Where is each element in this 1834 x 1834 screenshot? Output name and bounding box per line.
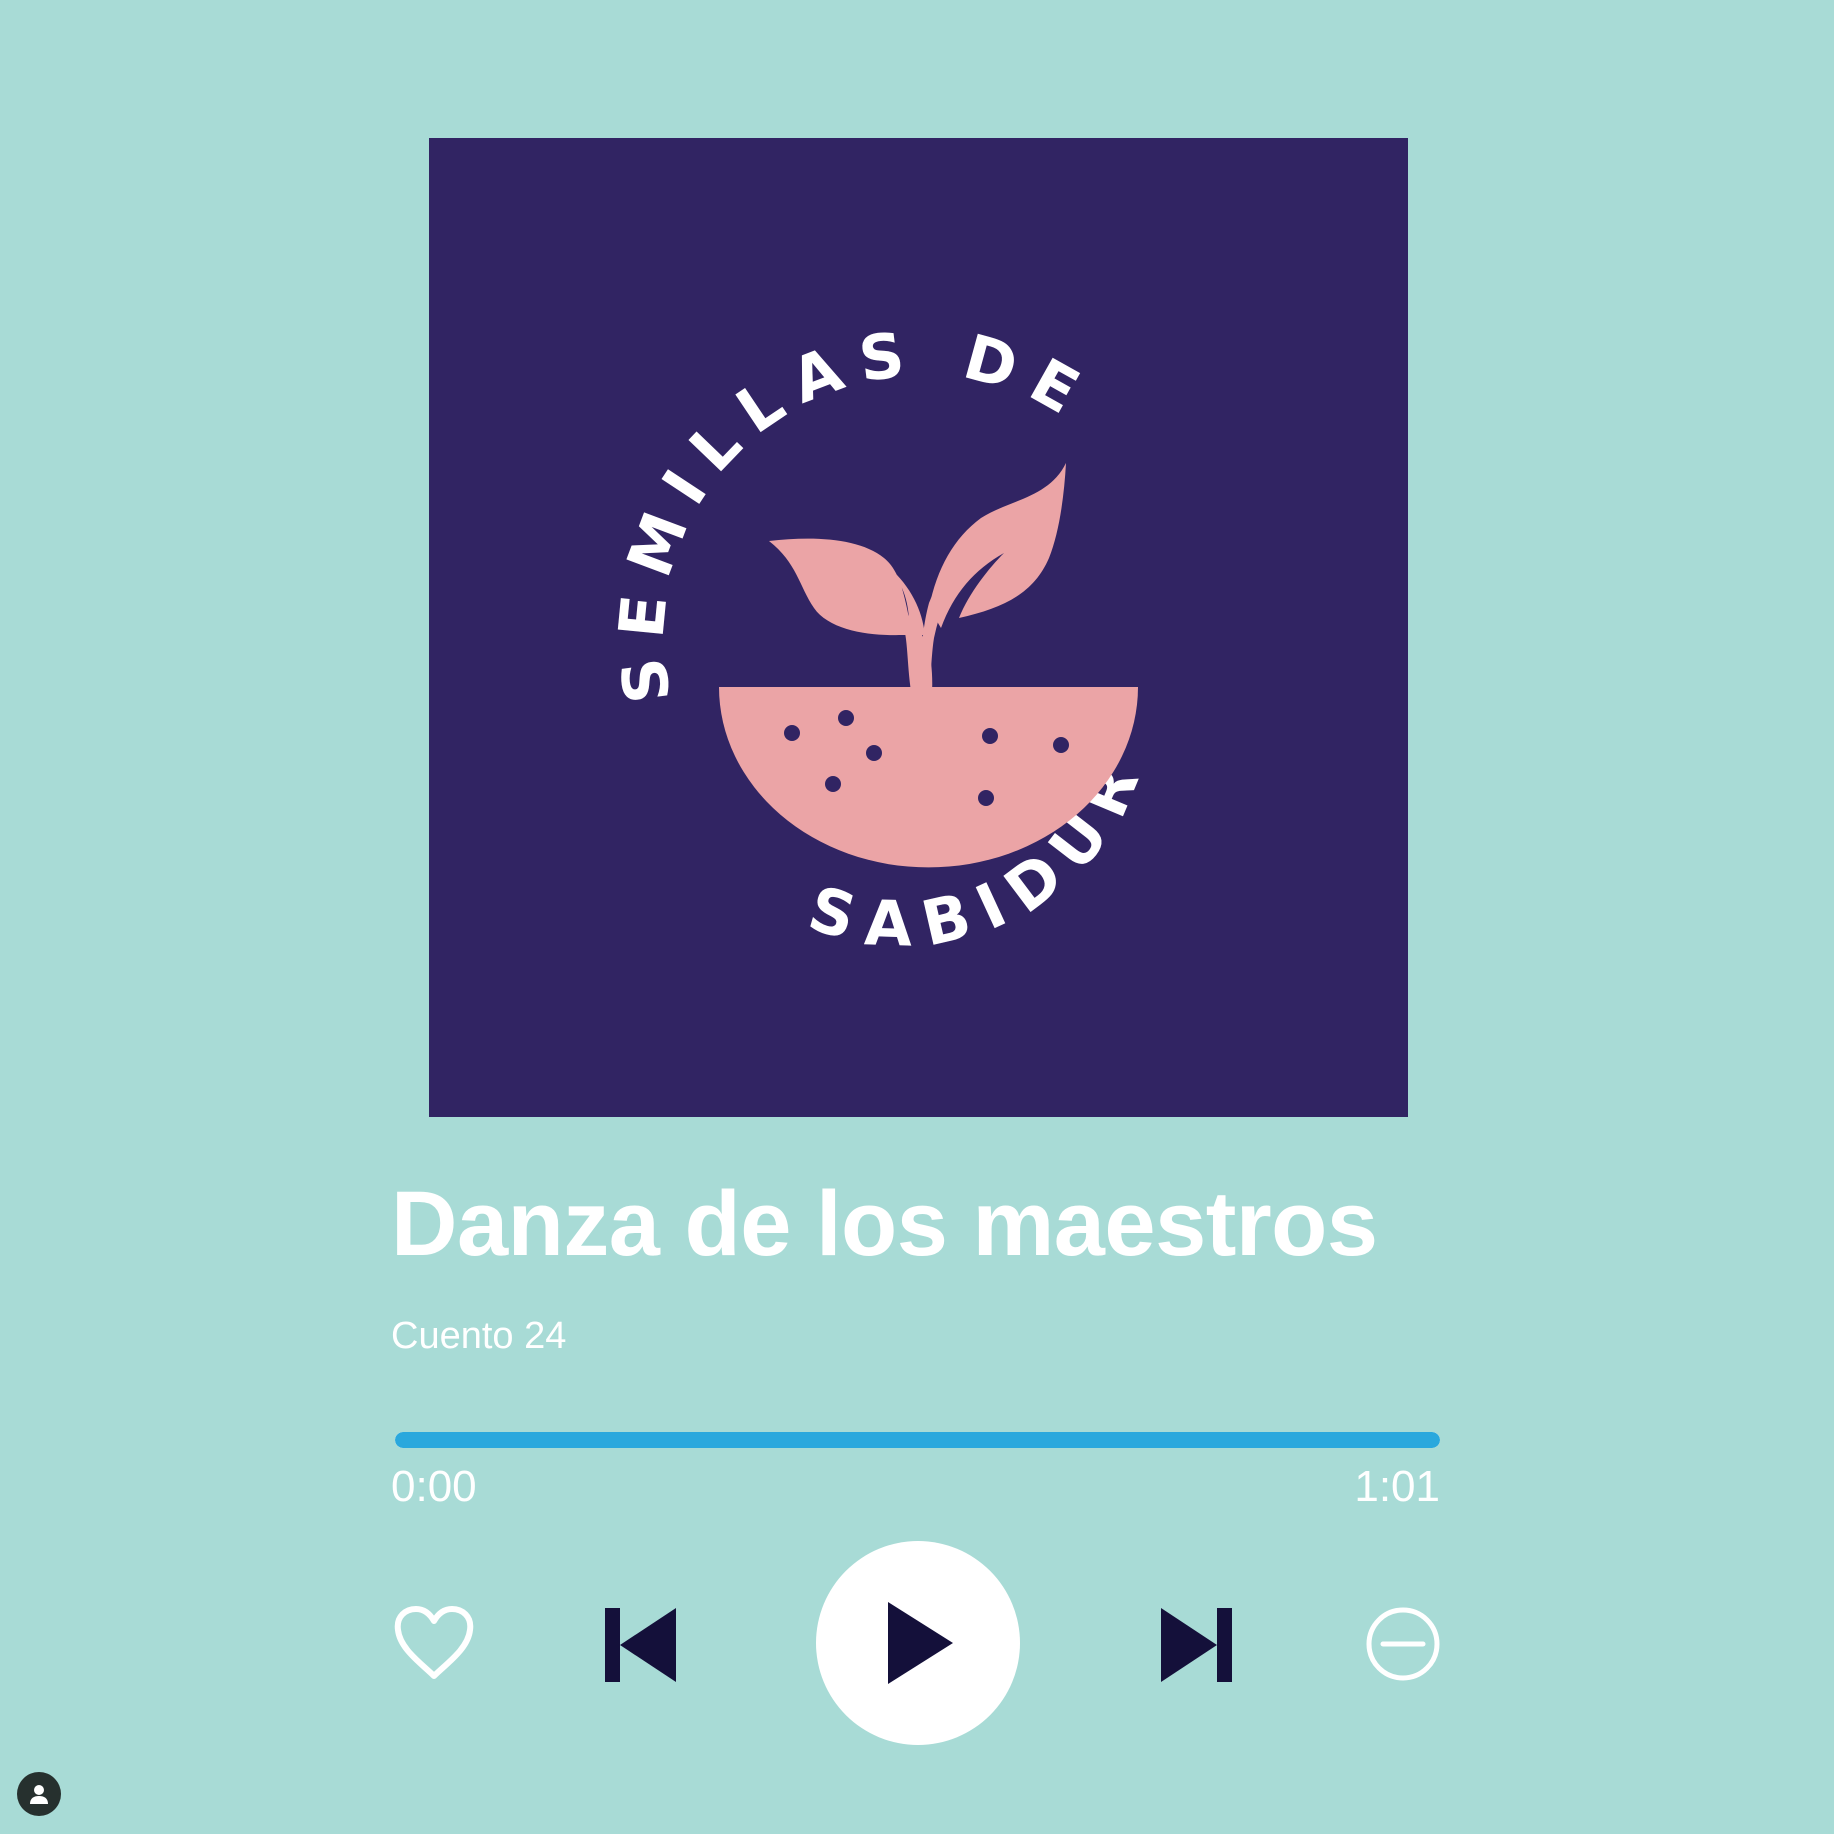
- avatar[interactable]: [17, 1772, 61, 1816]
- track-subtitle: Cuento 24: [391, 1315, 567, 1357]
- progress-bar-fill: [395, 1432, 1440, 1448]
- like-button[interactable]: [392, 1604, 476, 1684]
- sprout-icon: [719, 463, 1138, 868]
- total-time: 1:01: [1354, 1462, 1440, 1511]
- next-button[interactable]: [1157, 1603, 1237, 1685]
- progress-bar[interactable]: [395, 1432, 1440, 1448]
- semillas-de-sabiduria-logo: SEMILLAS DE SABIDURIA: [429, 138, 1143, 961]
- skip-next-icon: [1161, 1608, 1232, 1682]
- minus-circle-icon: [1366, 1607, 1440, 1681]
- current-time: 0:00: [391, 1462, 477, 1511]
- skip-previous-icon: [605, 1608, 676, 1682]
- album-cover: SEMILLAS DE SABIDURIA: [429, 138, 1408, 1117]
- user-icon: [30, 1785, 48, 1804]
- heart-icon: [394, 1606, 474, 1679]
- track-title: Danza de los maestros: [391, 1173, 1378, 1275]
- remove-button[interactable]: [1363, 1604, 1443, 1684]
- previous-button[interactable]: [600, 1603, 680, 1685]
- play-button[interactable]: [816, 1541, 1020, 1745]
- play-icon: [888, 1602, 953, 1684]
